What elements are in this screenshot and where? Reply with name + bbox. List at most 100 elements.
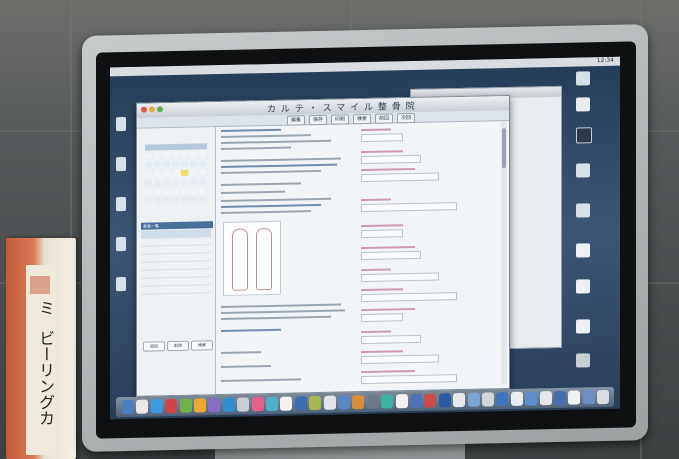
desktop-document-icon[interactable] [116,197,126,212]
dock-app-icon[interactable] [122,399,134,415]
form-field[interactable] [361,172,439,183]
calendar-day-cell[interactable] [190,169,197,176]
desktop-document-icon[interactable] [116,157,126,172]
dock-app-icon[interactable] [554,390,566,406]
dock-app-icon[interactable] [222,397,235,412]
dock-app-icon[interactable] [309,395,322,411]
dock-app-icon[interactable] [179,398,192,413]
calendar-day-cell[interactable] [163,161,170,168]
calendar-day-cell[interactable] [181,151,188,158]
desktop-drive-icon[interactable] [576,353,590,368]
dock-app-icon[interactable] [266,396,278,412]
desktop-document-icon[interactable] [116,117,126,132]
calendar-day-cell[interactable] [199,160,206,167]
calendar-day-cell[interactable] [163,170,170,177]
toolbar-button-next[interactable]: 次回 [397,112,416,124]
dock-app-icon[interactable] [338,395,350,410]
scrollbar[interactable] [501,122,507,385]
calendar-day-cell[interactable] [190,151,197,158]
calendar-day-cell[interactable] [145,170,152,177]
form-field[interactable] [361,354,439,365]
mini-calendar[interactable] [145,151,207,208]
calendar-day-cell[interactable] [172,160,179,168]
chart-app-window[interactable]: カ ル テ ・ ス マ イ ル 整 骨 院 編集 保存 印刷 検索 前回 次回 … [136,94,510,397]
dock-app-icon[interactable] [165,398,178,414]
calendar-day-cell[interactable] [154,161,161,168]
body-diagram[interactable] [223,220,281,296]
scrollbar-thumb[interactable] [502,128,506,169]
desktop-app-icon[interactable] [576,97,590,112]
calendar-day-cell[interactable] [163,179,170,186]
calendar-day-cell[interactable] [154,188,161,195]
dock-app-icon[interactable] [568,390,581,405]
calendar-day-cell[interactable] [154,170,161,177]
dock-app-icon[interactable] [496,391,509,407]
desktop-image-icon[interactable] [576,127,592,144]
calendar-day-cell[interactable] [199,169,206,176]
add-button[interactable]: 追加 [143,341,165,352]
dock-app-icon[interactable] [510,391,523,406]
calendar-day-cell[interactable] [172,178,179,186]
search-button[interactable]: 検索 [191,340,213,351]
form-field[interactable] [361,374,457,385]
calendar-day-cell[interactable] [163,152,170,159]
form-field[interactable] [361,250,421,261]
calendar-day-cell[interactable] [172,169,179,177]
calendar-day-cell[interactable] [145,197,152,204]
close-icon[interactable] [141,106,147,113]
patient-row[interactable] [141,285,211,295]
zoom-icon[interactable] [157,106,163,113]
form-field[interactable] [361,133,403,143]
form-field[interactable] [361,334,421,345]
calendar-day-cell[interactable] [172,151,179,159]
form-field[interactable] [361,154,421,165]
dock-app-icon[interactable] [280,396,293,411]
calendar-day-cell[interactable] [181,169,188,176]
dock-app-icon[interactable] [438,393,451,408]
dock-app-icon[interactable] [352,395,365,410]
form-field[interactable] [361,292,457,303]
calendar-day-cell[interactable] [145,188,152,195]
form-field[interactable] [361,272,439,283]
calendar-day-cell[interactable] [181,187,188,194]
calendar-day-cell[interactable] [181,178,188,185]
dock-app-icon[interactable] [194,398,206,413]
desktop-document-icon[interactable] [576,279,590,294]
calendar-day-cell[interactable] [145,161,152,168]
form-field[interactable] [361,202,457,213]
toolbar-button-previous[interactable]: 前回 [375,113,394,124]
dock-app-icon[interactable] [294,396,307,411]
desktop-folder-icon[interactable] [576,203,590,218]
calendar-day-cell[interactable] [145,179,152,186]
desktop-document-icon[interactable] [576,319,590,334]
dock-app-icon[interactable] [539,391,552,406]
calendar-day-cell[interactable] [199,178,206,185]
calendar-day-cell[interactable] [199,187,206,194]
desktop-document-icon[interactable] [116,237,126,252]
dock-app-icon[interactable] [381,394,394,409]
dock-app-icon[interactable] [467,392,480,407]
dock-app-icon[interactable] [323,395,336,410]
chart-notes-panel[interactable] [219,127,349,390]
toolbar-button-save[interactable]: 保存 [309,114,328,126]
desktop-document-icon[interactable] [116,277,126,292]
calendar-day-cell[interactable] [154,152,161,159]
calendar-header[interactable] [145,143,207,151]
calendar-day-cell[interactable] [145,152,152,159]
calendar-day-cell[interactable] [199,151,206,158]
calendar-day-cell[interactable] [172,187,179,195]
dock-app-icon[interactable] [237,397,250,412]
dock-app-icon[interactable] [410,393,422,409]
desktop-file-icon[interactable] [576,71,590,86]
dock-app-icon[interactable] [482,392,494,407]
dock-app-icon[interactable] [251,397,264,412]
dock-app-icon[interactable] [136,399,149,414]
minimize-icon[interactable] [149,106,155,113]
dock-app-icon[interactable] [208,398,221,413]
desktop-folder-icon[interactable] [576,163,590,178]
delete-button[interactable]: 削除 [167,340,189,352]
calendar-day-cell[interactable] [190,187,197,194]
form-field[interactable] [361,313,403,323]
dock-app-icon[interactable] [366,394,379,409]
dock-app-icon[interactable] [597,389,610,405]
